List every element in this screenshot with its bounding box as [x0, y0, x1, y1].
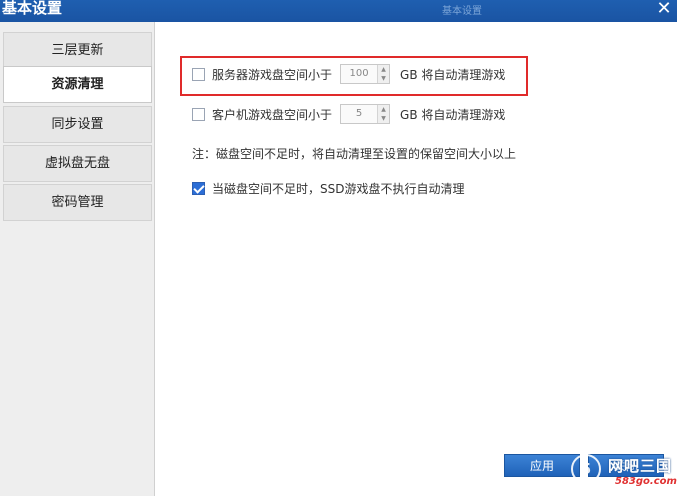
title-bar: 基本设置 基本设置 ✕ [0, 0, 677, 22]
window-title: 基本设置 [2, 0, 63, 17]
server-cleanup-checkbox[interactable] [192, 67, 205, 81]
server-cleanup-row: 服务器游戏盘空间小于 100 ▲ ▼ GB 将自动清理游戏 [192, 64, 505, 84]
watermark-url: 583go.com [615, 476, 677, 487]
chevron-down-icon[interactable]: ▼ [378, 74, 389, 83]
window-title-faint: 基本设置 [442, 6, 482, 17]
sidebar-item-resource-cleanup[interactable]: 资源清理 [3, 66, 152, 103]
ssd-skip-checkbox[interactable] [192, 182, 205, 195]
ssd-skip-label: 当磁盘空间不足时，SSD游戏盘不执行自动清理 [212, 182, 465, 196]
server-threshold-stepper[interactable]: 100 ▲ ▼ [340, 64, 391, 84]
client-cleanup-label: 客户机游戏盘空间小于 [212, 107, 333, 122]
cleanup-note: 注：磁盘空间不足时，将自动清理至设置的保留空间大小以上 [192, 147, 517, 161]
sidebar: 三层更新 资源清理 同步设置 虚拟盘无盘 密码管理 [0, 22, 155, 496]
close-icon[interactable]: ✕ [655, 0, 673, 18]
watermark-text: 网吧三国 [608, 457, 673, 475]
client-cleanup-row: 客户机游戏盘空间小于 5 ▲ ▼ GB 将自动清理游戏 [192, 104, 505, 124]
sidebar-item-virtual-disk[interactable]: 虚拟盘无盘 [3, 145, 152, 182]
watermark-logo: 5 [571, 454, 601, 484]
apply-button[interactable]: 应用 [504, 454, 580, 477]
client-cleanup-suffix: GB 将自动清理游戏 [400, 107, 506, 122]
server-threshold-value[interactable]: 100 [341, 65, 377, 83]
server-cleanup-suffix: GB 将自动清理游戏 [400, 67, 506, 82]
chevron-up-icon[interactable]: ▲ [378, 65, 389, 74]
client-threshold-value[interactable]: 5 [341, 105, 377, 123]
chevron-up-icon[interactable]: ▲ [378, 105, 389, 114]
chevron-down-icon[interactable]: ▼ [378, 114, 389, 123]
server-cleanup-label: 服务器游戏盘空间小于 [212, 67, 333, 82]
ssd-row: 当磁盘空间不足时，SSD游戏盘不执行自动清理 [192, 180, 464, 197]
sidebar-item-three-layer-update[interactable]: 三层更新 [3, 32, 152, 69]
client-cleanup-checkbox[interactable] [192, 107, 205, 121]
client-threshold-stepper[interactable]: 5 ▲ ▼ [340, 104, 391, 124]
sidebar-item-password[interactable]: 密码管理 [3, 184, 152, 221]
sidebar-item-sync-settings[interactable]: 同步设置 [3, 106, 152, 143]
